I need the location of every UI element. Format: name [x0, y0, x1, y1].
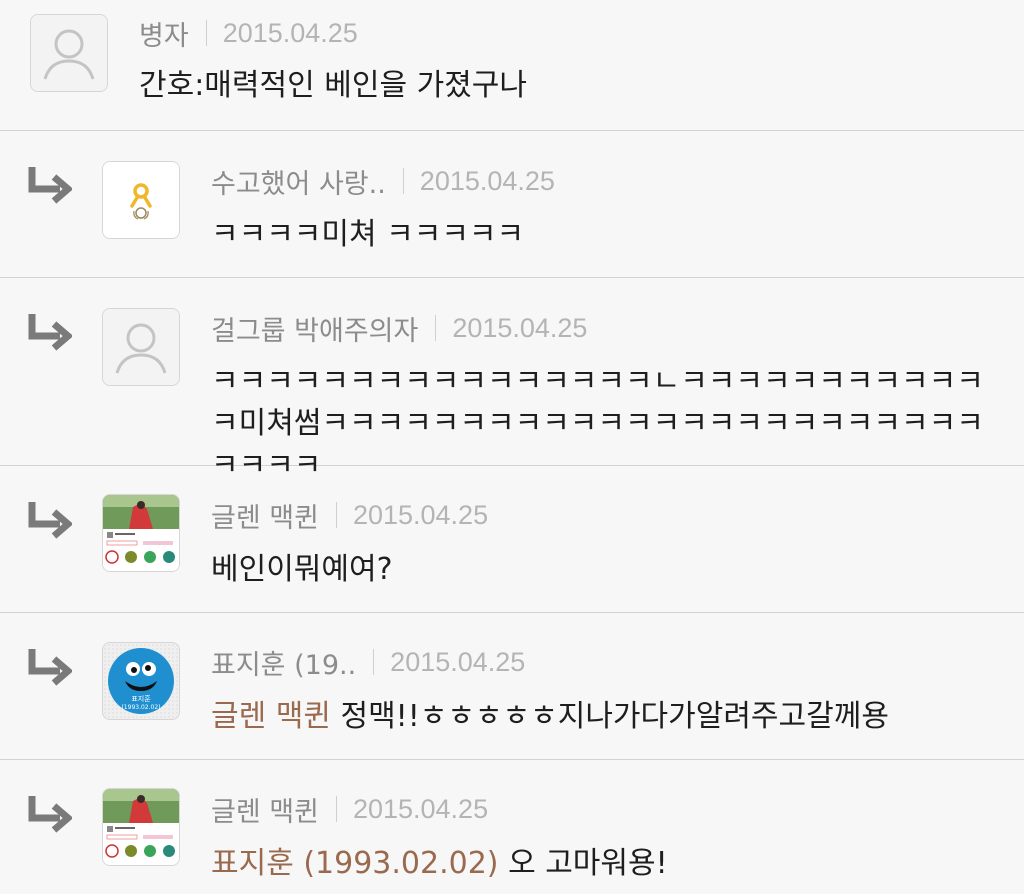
yellow-ribbon-icon[interactable] — [102, 161, 180, 239]
comment-date: 2015.04.25 — [390, 646, 526, 677]
reply-arrow-icon — [28, 167, 72, 204]
cookie-monster-badge-icon[interactable]: 표지훈 (1993.02.02) — [102, 642, 180, 720]
comment-item: 병자 2015.04.25 간호:매력적인 베인을 가졌구나 — [0, 0, 1024, 131]
meta-divider — [435, 315, 437, 341]
default-person-icon[interactable] — [30, 14, 108, 92]
meta-divider — [373, 649, 375, 675]
meta-divider — [205, 20, 207, 46]
comment-text-content: 오 고마워용! — [508, 846, 668, 881]
reply-arrow-icon — [28, 314, 72, 351]
comment-text: ㅋㅋㅋㅋ미쳐 ㅋㅋㅋㅋㅋ — [211, 214, 1001, 256]
comment-author[interactable]: 글렌 맥퀸 — [211, 496, 319, 535]
meta-divider — [402, 168, 404, 194]
comment-author[interactable]: 병자 — [139, 14, 189, 53]
comment-text: 간호:매력적인 베인을 가졌구나 — [139, 65, 999, 107]
reply-arrow-icon — [28, 796, 72, 833]
comment-date: 2015.04.25 — [352, 499, 489, 530]
comment-text-content: 간호:매력적인 베인을 가졌구나 — [139, 68, 527, 103]
reply-arrow-icon — [28, 502, 72, 539]
comment-author[interactable]: 글렌 맥퀸 — [211, 790, 319, 829]
comment-item: 걸그룹 박애주의자 2015.04.25 ㅋㅋㅋㅋㅋㅋㅋㅋㅋㅋㅋㅋㅋㅋㅋㅋㄴㅋㅋ… — [0, 278, 1024, 483]
comment-meta: 병자 2015.04.25 — [139, 13, 358, 53]
profile-photo-icon[interactable] — [102, 494, 180, 572]
comment-date: 2015.04.25 — [222, 17, 358, 48]
comment-item: 글렌 맥퀸 2015.04.25 표지훈 (1993.02.02) 오 고마워용… — [0, 760, 1024, 894]
comment-item: 표지훈 (1993.02.02) 표지훈 (19.. 2015.04.25 글렌… — [0, 613, 1024, 760]
meta-divider — [335, 502, 337, 528]
comment-item: 수고했어 사랑.. 2015.04.25 ㅋㅋㅋㅋ미쳐 ㅋㅋㅋㅋㅋ — [0, 131, 1024, 278]
comment-author[interactable]: 표지훈 (19.. — [211, 643, 356, 682]
mention-link[interactable]: 글렌 맥퀸 — [211, 699, 331, 734]
comment-author[interactable]: 걸그룹 박애주의자 — [211, 309, 418, 348]
comment-date: 2015.04.25 — [352, 793, 489, 824]
avatar-caption-name: 표지훈 — [131, 694, 151, 703]
mention-link[interactable]: 표지훈 (1993.02.02) — [211, 846, 499, 881]
comment-date: 2015.04.25 — [419, 165, 555, 196]
comment-text: 글렌 맥퀸 정맥!!ㅎㅎㅎㅎㅎ지나가다가알려주고갈께용 — [211, 696, 1011, 738]
comment-text-content: ㅋㅋㅋㅋ미쳐 ㅋㅋㅋㅋㅋ — [211, 217, 525, 252]
comment-text-content: 정맥!!ㅎㅎㅎㅎㅎ지나가다가알려주고갈께용 — [340, 699, 889, 734]
comment-list: 병자 2015.04.25 간호:매력적인 베인을 가졌구나 수고했어 사랑.. — [0, 0, 1024, 894]
comment-meta: 표지훈 (19.. 2015.04.25 — [211, 642, 525, 682]
comment-text: 베인이뭐예여? — [211, 549, 1001, 591]
default-person-icon[interactable] — [102, 308, 180, 386]
comment-meta: 걸그룹 박애주의자 2015.04.25 — [211, 308, 587, 348]
comment-author[interactable]: 수고했어 사랑.. — [211, 162, 386, 201]
comment-text-content: 베인이뭐예여? — [211, 552, 393, 587]
meta-divider — [335, 796, 337, 822]
comment-item: 글렌 맥퀸 2015.04.25 베인이뭐예여? — [0, 466, 1024, 613]
comment-text: 표지훈 (1993.02.02) 오 고마워용! — [211, 843, 1011, 885]
reply-arrow-icon — [28, 649, 72, 686]
comment-meta: 글렌 맥퀸 2015.04.25 — [211, 495, 488, 535]
comment-meta: 글렌 맥퀸 2015.04.25 — [211, 789, 488, 829]
profile-photo-icon[interactable] — [102, 788, 180, 866]
comment-date: 2015.04.25 — [452, 312, 588, 343]
comment-meta: 수고했어 사랑.. 2015.04.25 — [211, 161, 555, 201]
avatar-caption-date: (1993.02.02) — [121, 704, 160, 711]
